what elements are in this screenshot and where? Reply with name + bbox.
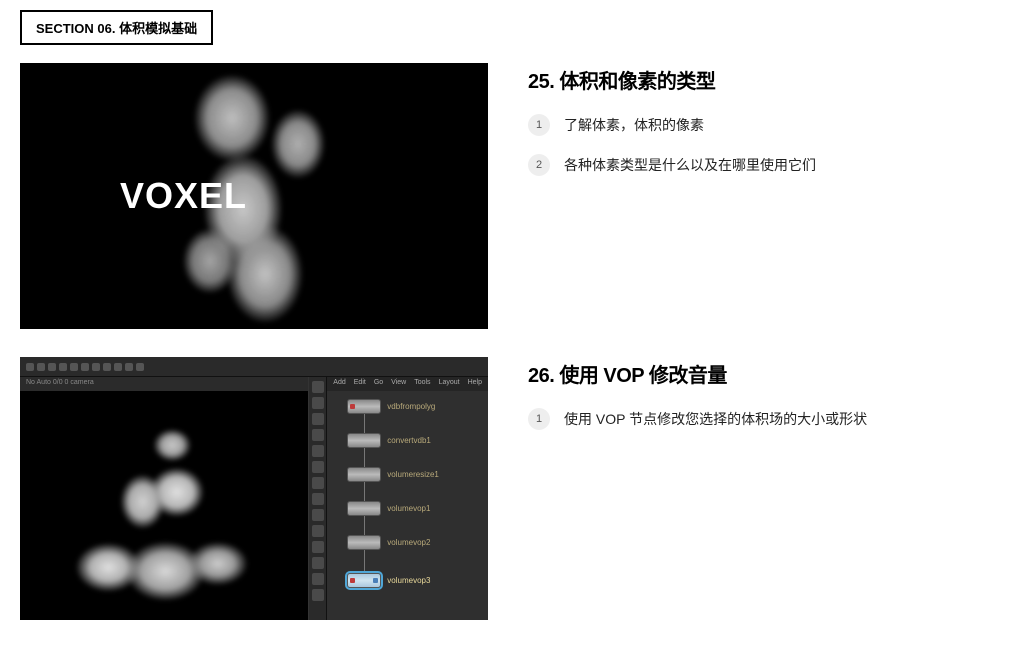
houdini-toolbar	[309, 377, 327, 620]
houdini-network-view: Add Edit Go View Tools Layout Help vdbfr…	[327, 377, 488, 620]
point-text: 了解体素，体积的像素	[564, 115, 704, 135]
point-number: 1	[528, 408, 550, 430]
lesson-title: 26. 使用 VOP 修改音量	[528, 359, 1002, 388]
lesson-title: 25. 体积和像素的类型	[528, 65, 1002, 94]
list-item: 2 各种体素类型是什么以及在哪里使用它们	[528, 154, 1002, 176]
lesson-content: 26. 使用 VOP 修改音量 1 使用 VOP 节点修改您选择的体积场的大小或…	[528, 357, 1002, 620]
section-tag: SECTION 06. 体积模拟基础	[20, 10, 213, 45]
list-item: 1 了解体素，体积的像素	[528, 114, 1002, 136]
lesson-row: VOXEL 25. 体积和像素的类型 1 了解体素，体积的像素 2 各种体素类型…	[20, 63, 1002, 329]
list-item: 1 使用 VOP 节点修改您选择的体积场的大小或形状	[528, 408, 1002, 430]
lesson-thumbnail-houdini: No Auto 0/0 0 camera Add Edit Go View To…	[20, 357, 488, 620]
viewport-header: No Auto 0/0 0 camera	[20, 377, 308, 391]
cloud-graphic	[40, 417, 268, 605]
lesson-content: 25. 体积和像素的类型 1 了解体素，体积的像素 2 各种体素类型是什么以及在…	[528, 63, 1002, 329]
point-number: 1	[528, 114, 550, 136]
lesson-thumbnail-voxel: VOXEL	[20, 63, 488, 329]
point-number: 2	[528, 154, 550, 176]
network-menu: Add Edit Go View Tools Layout Help	[327, 377, 488, 391]
houdini-titlebar	[20, 357, 488, 377]
point-text: 各种体素类型是什么以及在哪里使用它们	[564, 155, 816, 175]
lesson-row: No Auto 0/0 0 camera Add Edit Go View To…	[20, 357, 1002, 620]
houdini-viewport: No Auto 0/0 0 camera	[20, 377, 309, 620]
point-text: 使用 VOP 节点修改您选择的体积场的大小或形状	[564, 409, 867, 429]
thumbnail-overlay-text: VOXEL	[120, 175, 247, 217]
